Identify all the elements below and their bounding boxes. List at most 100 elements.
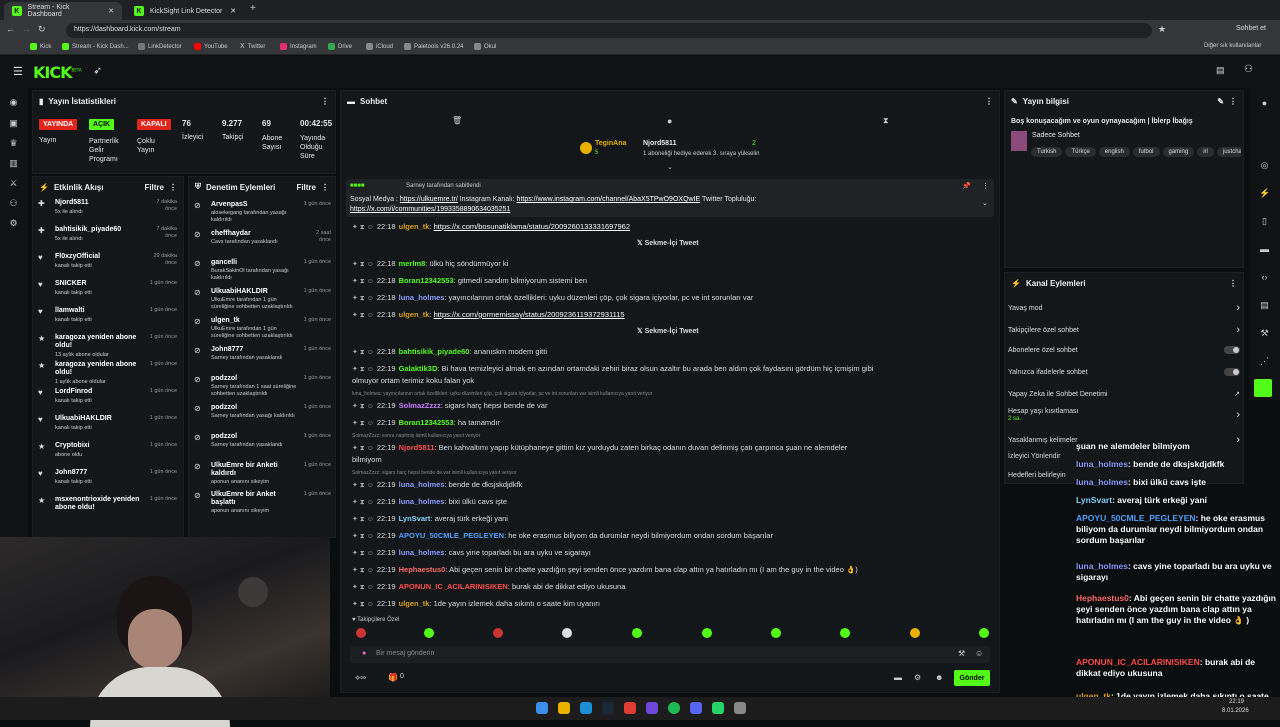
chevron-down-icon[interactable]: ⌄ <box>982 199 988 207</box>
tweet-embed-label[interactable]: 𝕏 Sekme-İçi Tweet <box>637 327 699 335</box>
emote-icon[interactable] <box>493 628 503 638</box>
bookmark-item[interactable]: Drive <box>328 43 352 50</box>
send-button[interactable]: Gönder <box>954 670 990 686</box>
moderation-icon[interactable]: ⚔ <box>8 178 19 189</box>
app-icon[interactable] <box>646 702 658 714</box>
tag[interactable]: Türkçe <box>1065 147 1096 157</box>
message-username[interactable]: Hephaestus0 <box>399 565 446 574</box>
mod-tools-icon[interactable]: ✦ ⧗ ☺ <box>352 445 374 452</box>
pinned-link[interactable]: https://ulkuemre.tr/ <box>400 196 458 203</box>
message-username[interactable]: APOYU_50CMLE_PEGLEYEN <box>399 531 504 540</box>
mod-tools-icon[interactable]: ✦ ⧗ ☺ <box>352 567 374 574</box>
mod-tools-icon[interactable]: ✦ ⧗ ☺ <box>352 601 374 608</box>
filter-button[interactable]: Filtre <box>144 183 164 192</box>
chevron-right-icon[interactable]: › <box>1236 409 1240 421</box>
channel-action-item[interactable]: Yapay Zeka ile Sohbet Denetimi ↗ <box>1008 390 1240 399</box>
channel-action-item[interactable]: Yavaş mod › <box>1008 302 1240 314</box>
mod-tools-icon[interactable]: ✦ ⧗ ☺ <box>352 312 374 319</box>
dashboard-icon[interactable]: ▣ <box>8 118 19 129</box>
more-icon[interactable]: ⋮ <box>1229 279 1237 288</box>
bookmark-star-icon[interactable]: ★ <box>1158 24 1166 35</box>
message-username[interactable]: luna_holmes <box>399 497 445 506</box>
mod-tools-icon[interactable]: ✦ ⧗ ☺ <box>352 420 374 427</box>
tag[interactable]: Turkish <box>1031 147 1063 157</box>
toggle-switch[interactable] <box>1224 346 1240 354</box>
message-username[interactable]: bahtisikik_piyade60 <box>399 347 470 356</box>
message-username[interactable]: LynSvart <box>399 514 431 523</box>
browser-tab-dashboard[interactable]: K Stream - Kick Dashboard ✕ <box>4 2 122 20</box>
url-input[interactable]: https://dashboard.kick.com/stream <box>66 23 1152 38</box>
mod-tools-icon[interactable]: ✦ ⧗ ☺ <box>352 533 374 540</box>
filter-button[interactable]: Filtre <box>296 183 316 192</box>
mod-tools-icon[interactable]: ✦ ⧗ ☺ <box>352 403 374 410</box>
settings-icon[interactable]: ⚙ <box>914 673 921 682</box>
bookmark-item[interactable]: Stream - Kick Dash... <box>62 43 129 50</box>
wrench-icon[interactable]: ⚒ <box>1259 328 1270 339</box>
message-username[interactable]: luna_holmes <box>399 293 445 302</box>
more-icon[interactable]: ⋮ <box>985 97 993 106</box>
more-icon[interactable]: ⋮ <box>321 183 329 192</box>
list-icon[interactable]: ▤ <box>1259 300 1270 311</box>
message-username[interactable]: ulgen_tk <box>399 222 430 231</box>
kick-logo[interactable]: KICKBETA <box>33 63 82 82</box>
stream-icon[interactable]: ◉ <box>8 97 19 108</box>
mod-tools-icon[interactable]: ✦ ⧗ ☺ <box>352 550 374 557</box>
points-icon[interactable]: ⟡∞ <box>355 673 366 683</box>
emote-icon[interactable] <box>840 628 850 638</box>
top-gifter-1[interactable]: TeginAna <box>595 140 626 147</box>
community-icon[interactable]: ⚇ <box>8 198 19 209</box>
message-link[interactable]: https://x.com/gormemissay/status/2009236… <box>434 310 625 319</box>
bookmark-item[interactable]: Paletools v26.0.24 <box>404 43 463 50</box>
bookmark-item[interactable]: Instagram <box>280 43 317 50</box>
phone-icon[interactable]: ▯ <box>1259 216 1270 227</box>
close-icon[interactable]: ✕ <box>230 7 236 15</box>
hourglass-icon[interactable]: ⧗ <box>883 116 889 126</box>
emote-icon[interactable] <box>562 628 572 638</box>
message-username[interactable]: ulgen_tk <box>399 310 430 319</box>
mod-tools-icon[interactable]: ✦ ⧗ ☺ <box>352 261 374 268</box>
message-username[interactable]: SolmazZzzz <box>399 401 441 410</box>
pinned-link[interactable]: https://x.com/i/communities/199335889063… <box>350 206 510 213</box>
bot-icon[interactable]: ☻ <box>935 673 943 682</box>
tag[interactable]: gaming <box>1162 147 1195 157</box>
channel-action-item[interactable]: Hesap yaşı kısıtlaması 2 sa. › <box>1008 408 1240 422</box>
mod-tools-icon[interactable]: ✦ ⧗ ☺ <box>352 224 374 231</box>
menu-icon[interactable]: ☰ <box>13 65 23 78</box>
shortcut-icon[interactable]: ⚒ <box>958 649 965 658</box>
discord-icon[interactable] <box>690 702 702 714</box>
new-tab-plus-icon[interactable]: + <box>250 3 256 14</box>
chat-icon[interactable]: ▬ <box>1259 244 1270 255</box>
more-icon[interactable]: ⋮ <box>1229 97 1237 106</box>
mod-tools-icon[interactable]: ✦ ⧗ ☺ <box>352 584 374 591</box>
emote-icon[interactable] <box>632 628 642 638</box>
pin-icon[interactable]: 📌 <box>962 182 971 190</box>
message-username[interactable]: Njord5811 <box>399 443 435 452</box>
profile-chat-button[interactable]: Sohbet et <box>1236 25 1266 32</box>
emote-icon[interactable] <box>771 628 781 638</box>
message-username[interactable]: Boran12342553 <box>399 418 454 427</box>
forward-icon[interactable]: → <box>22 24 31 34</box>
message-username[interactable]: Galaktik3D <box>399 364 438 373</box>
analytics-icon[interactable]: ▥ <box>8 158 19 169</box>
message-username[interactable]: merlm8 <box>399 259 426 268</box>
share-icon[interactable]: ⋰ <box>1259 356 1270 367</box>
settings-icon[interactable]: ⚙ <box>8 218 19 229</box>
emoji-icon[interactable]: ☺ <box>975 649 983 658</box>
bolt-icon[interactable]: ⚡ <box>1259 188 1270 199</box>
mod-tools-icon[interactable]: ✦ ⧗ ☺ <box>352 295 374 302</box>
emote-icon[interactable] <box>356 628 366 638</box>
reload-icon[interactable]: ↻ <box>38 24 46 35</box>
trophy-icon[interactable]: ♛ <box>8 138 19 149</box>
tag[interactable]: justchat <box>1216 147 1241 157</box>
info-icon[interactable]: ● <box>1259 98 1270 109</box>
other-bookmarks[interactable]: Diğer sık kullanılanlar <box>1204 43 1261 49</box>
bookmark-item[interactable]: YouTube <box>194 43 228 50</box>
bookmark-item[interactable]: iCloud <box>366 43 393 50</box>
more-icon[interactable]: ⋮ <box>169 183 177 192</box>
chat-bubble-icon[interactable]: ● <box>667 116 672 126</box>
message-link[interactable]: https://x.com/bosunatiklama/status/20092… <box>434 222 630 231</box>
bookmark-item[interactable]: X Twitter <box>240 43 265 50</box>
toggle-switch[interactable] <box>1224 368 1240 376</box>
green-square-button[interactable] <box>1254 379 1272 397</box>
emote-icon[interactable] <box>979 628 989 638</box>
